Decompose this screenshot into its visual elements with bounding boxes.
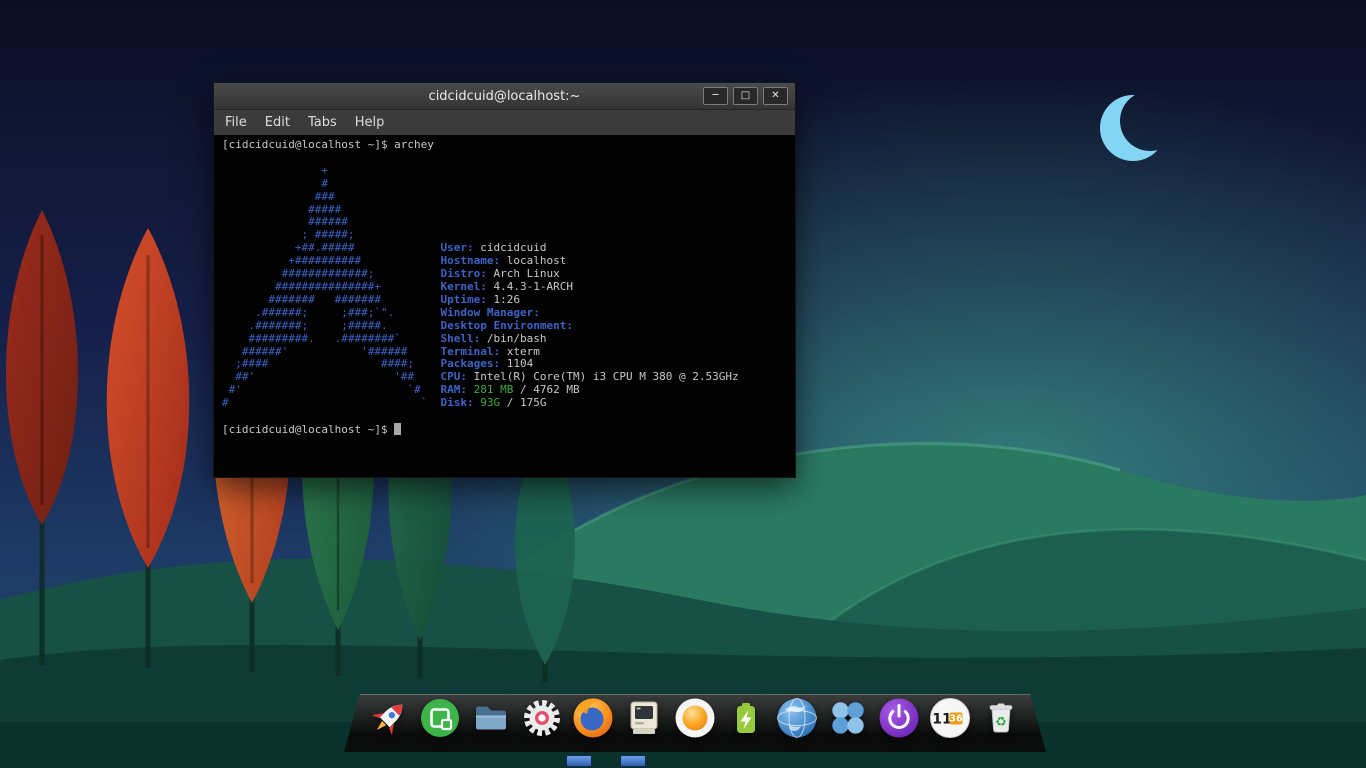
crescent-moon-icon: [1098, 88, 1168, 168]
settings-gear-icon[interactable]: [520, 696, 564, 740]
terminal-info-label: Hostname:: [441, 254, 507, 267]
terminal-info-value: cidcidcuid: [480, 241, 546, 254]
terminal-ascii-art: ; #####;: [222, 228, 441, 241]
battery-power-manager-icon[interactable]: [724, 696, 768, 740]
menu-file[interactable]: File: [216, 112, 256, 133]
minimize-button[interactable]: ─: [703, 87, 728, 105]
close-button[interactable]: ✕: [763, 87, 788, 105]
terminal-info-value: xterm: [507, 345, 540, 358]
dock: 11 36 ♻: [344, 694, 1046, 752]
window-controls: ─ □ ✕: [703, 87, 795, 105]
digital-clock-icon[interactable]: 11 36: [928, 696, 972, 740]
terminal-info-value: 1:26: [494, 293, 521, 306]
terminal-info-label: User:: [441, 241, 481, 254]
terminal-ascii-art: +: [222, 164, 441, 177]
clock-minutes: 36: [949, 714, 963, 725]
orange-ball-media-icon[interactable]: [673, 696, 717, 740]
terminal-info-label: Packages:: [441, 357, 507, 370]
rocket-launcher-icon[interactable]: [367, 696, 411, 740]
terminal-info-value: 281 MB: [474, 383, 514, 396]
terminal-ascii-art: ######' '######: [222, 345, 441, 358]
terminal-ascii-art: ###: [222, 190, 441, 203]
terminal-ascii-art: ###############+: [222, 280, 441, 293]
terminal-info-label: Desktop Environment:: [441, 319, 580, 332]
menu-edit[interactable]: Edit: [256, 112, 299, 133]
taskbar-previews: [566, 755, 646, 767]
shutdown-power-icon[interactable]: [877, 696, 921, 740]
terminal-info-value: 93G: [480, 396, 500, 409]
window-titlebar[interactable]: cidcidcuid@localhost:~ ─ □ ✕: [214, 83, 795, 110]
terminal-info-value: localhost: [507, 254, 567, 267]
terminal-line: [cidcidcuid@localhost ~]$: [222, 423, 795, 437]
terminal-ascii-art: ######: [222, 215, 441, 228]
terminal-line: [222, 410, 795, 423]
terminal-info-label: Window Manager:: [441, 306, 547, 319]
terminal-body[interactable]: [cidcidcuid@localhost ~]$ archey + # ###…: [214, 135, 795, 477]
retro-computer-terminal-icon[interactable]: [622, 696, 666, 740]
terminal-window: cidcidcuid@localhost:~ ─ □ ✕ File Edit T…: [213, 82, 796, 478]
terminal-cursor: [394, 423, 401, 435]
terminal-info-value: / 4762 MB: [513, 383, 579, 396]
terminal-info-label: Distro:: [441, 267, 494, 280]
software-green-icon[interactable]: [418, 696, 462, 740]
terminal-info-label: Uptime:: [441, 293, 494, 306]
terminal-menubar: File Edit Tabs Help: [214, 110, 795, 136]
terminal-ascii-art: .######; ;###;`".: [222, 306, 441, 319]
terminal-info-label: Terminal:: [441, 345, 507, 358]
terminal-ascii-art: #########. .########`: [222, 332, 441, 345]
terminal-ascii-art: #' `#: [222, 383, 441, 396]
recycle-bin-icon[interactable]: ♻: [979, 696, 1023, 740]
terminal-info-value: 1104: [507, 357, 534, 370]
terminal-info-label: RAM:: [441, 383, 474, 396]
terminal-info-label: Shell:: [441, 332, 487, 345]
terminal-ascii-art: +##########: [222, 254, 441, 267]
taskbar-window-preview[interactable]: [620, 755, 646, 767]
terminal-ascii-art: #############;: [222, 267, 441, 280]
menu-help[interactable]: Help: [346, 112, 394, 133]
terminal-ascii-art: +##.#####: [222, 241, 441, 254]
terminal-info-value: / 175G: [500, 396, 546, 409]
file-manager-folder-icon[interactable]: [469, 696, 513, 740]
terminal-info-value: Intel(R) Core(TM) i3 CPU M 380 @ 2.53GHz: [474, 370, 739, 383]
terminal-info-label: Disk:: [441, 396, 481, 409]
terminal-ascii-art: # `: [222, 396, 441, 409]
web-globe-icon[interactable]: [775, 696, 819, 740]
terminal-ascii-art: [222, 151, 441, 164]
terminal-ascii-art: [222, 409, 441, 422]
terminal-ascii-art: #####: [222, 203, 441, 216]
taskbar-window-preview[interactable]: [566, 755, 592, 767]
firefox-browser-icon[interactable]: [571, 696, 615, 740]
terminal-info-value: /bin/bash: [487, 332, 547, 345]
terminal-ascii-art: #: [222, 177, 441, 190]
terminal-info-label: CPU:: [441, 370, 474, 383]
terminal-ascii-art: ;#### ####;: [222, 357, 441, 370]
terminal-ascii-art: ##' '##: [222, 370, 441, 383]
terminal-info-value: 4.4.3-1-ARCH: [494, 280, 573, 293]
terminal-ascii-art: ####### #######: [222, 293, 441, 306]
dock-icons-row: 11 36 ♻: [344, 696, 1046, 740]
terminal-command-line: [cidcidcuid@localhost ~]$ archey: [222, 138, 434, 151]
menu-tabs[interactable]: Tabs: [299, 112, 346, 133]
svg-text:♻: ♻: [995, 715, 1007, 730]
terminal-ascii-art: .#######; ;#####.: [222, 319, 441, 332]
terminal-info-label: Kernel:: [441, 280, 494, 293]
maximize-button[interactable]: □: [733, 87, 758, 105]
blue-dots-app-icon[interactable]: [826, 696, 870, 740]
terminal-prompt: [cidcidcuid@localhost ~]$: [222, 423, 394, 436]
terminal-info-value: Arch Linux: [494, 267, 560, 280]
